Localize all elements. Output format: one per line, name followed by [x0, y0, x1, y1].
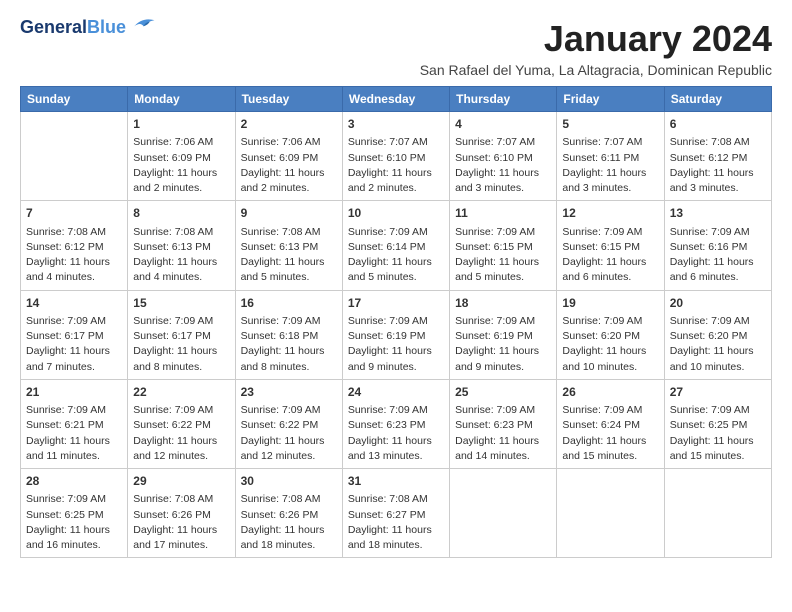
calendar-cell: 15Sunrise: 7:09 AMSunset: 6:17 PMDayligh…: [128, 290, 235, 379]
day-number: 8: [133, 205, 229, 222]
day-number: 20: [670, 295, 766, 312]
calendar-cell: 18Sunrise: 7:09 AMSunset: 6:19 PMDayligh…: [450, 290, 557, 379]
day-number: 28: [26, 473, 122, 490]
day-number: 9: [241, 205, 337, 222]
logo-text: GeneralBlue: [20, 18, 126, 38]
logo-bird-icon: [128, 15, 156, 33]
calendar-cell: 2Sunrise: 7:06 AMSunset: 6:09 PMDaylight…: [235, 112, 342, 201]
calendar-week-3: 14Sunrise: 7:09 AMSunset: 6:17 PMDayligh…: [21, 290, 772, 379]
day-number: 26: [562, 384, 658, 401]
logo: GeneralBlue: [20, 18, 156, 38]
calendar-cell: 24Sunrise: 7:09 AMSunset: 6:23 PMDayligh…: [342, 379, 449, 468]
weekday-header-tuesday: Tuesday: [235, 87, 342, 112]
calendar-cell: 16Sunrise: 7:09 AMSunset: 6:18 PMDayligh…: [235, 290, 342, 379]
calendar-cell: 11Sunrise: 7:09 AMSunset: 6:15 PMDayligh…: [450, 201, 557, 290]
calendar-cell: [664, 469, 771, 558]
day-number: 10: [348, 205, 444, 222]
weekday-header-wednesday: Wednesday: [342, 87, 449, 112]
calendar-cell: 3Sunrise: 7:07 AMSunset: 6:10 PMDaylight…: [342, 112, 449, 201]
title-block: January 2024 San Rafael del Yuma, La Alt…: [420, 18, 772, 78]
calendar-cell: 31Sunrise: 7:08 AMSunset: 6:27 PMDayligh…: [342, 469, 449, 558]
weekday-header-monday: Monday: [128, 87, 235, 112]
calendar-cell: 10Sunrise: 7:09 AMSunset: 6:14 PMDayligh…: [342, 201, 449, 290]
calendar-cell: 28Sunrise: 7:09 AMSunset: 6:25 PMDayligh…: [21, 469, 128, 558]
calendar-header: SundayMondayTuesdayWednesdayThursdayFrid…: [21, 87, 772, 112]
calendar-week-1: 1Sunrise: 7:06 AMSunset: 6:09 PMDaylight…: [21, 112, 772, 201]
day-number: 13: [670, 205, 766, 222]
day-number: 18: [455, 295, 551, 312]
day-number: 4: [455, 116, 551, 133]
day-number: 11: [455, 205, 551, 222]
calendar-week-2: 7Sunrise: 7:08 AMSunset: 6:12 PMDaylight…: [21, 201, 772, 290]
day-number: 31: [348, 473, 444, 490]
calendar-cell: 21Sunrise: 7:09 AMSunset: 6:21 PMDayligh…: [21, 379, 128, 468]
calendar-cell: 22Sunrise: 7:09 AMSunset: 6:22 PMDayligh…: [128, 379, 235, 468]
calendar-cell: 9Sunrise: 7:08 AMSunset: 6:13 PMDaylight…: [235, 201, 342, 290]
day-number: 3: [348, 116, 444, 133]
weekday-header-saturday: Saturday: [664, 87, 771, 112]
calendar-cell: 7Sunrise: 7:08 AMSunset: 6:12 PMDaylight…: [21, 201, 128, 290]
calendar-cell: 5Sunrise: 7:07 AMSunset: 6:11 PMDaylight…: [557, 112, 664, 201]
day-number: 12: [562, 205, 658, 222]
day-number: 17: [348, 295, 444, 312]
calendar-subtitle: San Rafael del Yuma, La Altagracia, Domi…: [420, 62, 772, 78]
day-number: 19: [562, 295, 658, 312]
day-number: 29: [133, 473, 229, 490]
calendar-cell: [557, 469, 664, 558]
page-header: GeneralBlue January 2024 San Rafael del …: [20, 18, 772, 78]
day-number: 25: [455, 384, 551, 401]
calendar-title: January 2024: [420, 18, 772, 60]
day-number: 21: [26, 384, 122, 401]
day-number: 22: [133, 384, 229, 401]
calendar-cell: 4Sunrise: 7:07 AMSunset: 6:10 PMDaylight…: [450, 112, 557, 201]
day-number: 14: [26, 295, 122, 312]
day-number: 5: [562, 116, 658, 133]
calendar-cell: 30Sunrise: 7:08 AMSunset: 6:26 PMDayligh…: [235, 469, 342, 558]
calendar-week-5: 28Sunrise: 7:09 AMSunset: 6:25 PMDayligh…: [21, 469, 772, 558]
calendar-cell: 23Sunrise: 7:09 AMSunset: 6:22 PMDayligh…: [235, 379, 342, 468]
calendar-cell: [21, 112, 128, 201]
day-number: 7: [26, 205, 122, 222]
day-number: 2: [241, 116, 337, 133]
weekday-header-sunday: Sunday: [21, 87, 128, 112]
calendar-cell: 20Sunrise: 7:09 AMSunset: 6:20 PMDayligh…: [664, 290, 771, 379]
calendar-cell: 8Sunrise: 7:08 AMSunset: 6:13 PMDaylight…: [128, 201, 235, 290]
calendar-cell: 12Sunrise: 7:09 AMSunset: 6:15 PMDayligh…: [557, 201, 664, 290]
calendar-cell: 19Sunrise: 7:09 AMSunset: 6:20 PMDayligh…: [557, 290, 664, 379]
calendar-cell: 27Sunrise: 7:09 AMSunset: 6:25 PMDayligh…: [664, 379, 771, 468]
day-number: 6: [670, 116, 766, 133]
weekday-header-row: SundayMondayTuesdayWednesdayThursdayFrid…: [21, 87, 772, 112]
calendar-cell: 26Sunrise: 7:09 AMSunset: 6:24 PMDayligh…: [557, 379, 664, 468]
calendar-cell: 25Sunrise: 7:09 AMSunset: 6:23 PMDayligh…: [450, 379, 557, 468]
calendar-table: SundayMondayTuesdayWednesdayThursdayFrid…: [20, 86, 772, 558]
day-number: 16: [241, 295, 337, 312]
calendar-week-4: 21Sunrise: 7:09 AMSunset: 6:21 PMDayligh…: [21, 379, 772, 468]
day-number: 1: [133, 116, 229, 133]
calendar-cell: 29Sunrise: 7:08 AMSunset: 6:26 PMDayligh…: [128, 469, 235, 558]
day-number: 30: [241, 473, 337, 490]
day-number: 27: [670, 384, 766, 401]
calendar-cell: 17Sunrise: 7:09 AMSunset: 6:19 PMDayligh…: [342, 290, 449, 379]
calendar-cell: 14Sunrise: 7:09 AMSunset: 6:17 PMDayligh…: [21, 290, 128, 379]
weekday-header-thursday: Thursday: [450, 87, 557, 112]
calendar-body: 1Sunrise: 7:06 AMSunset: 6:09 PMDaylight…: [21, 112, 772, 558]
calendar-cell: 13Sunrise: 7:09 AMSunset: 6:16 PMDayligh…: [664, 201, 771, 290]
calendar-cell: 6Sunrise: 7:08 AMSunset: 6:12 PMDaylight…: [664, 112, 771, 201]
day-number: 24: [348, 384, 444, 401]
weekday-header-friday: Friday: [557, 87, 664, 112]
calendar-cell: 1Sunrise: 7:06 AMSunset: 6:09 PMDaylight…: [128, 112, 235, 201]
day-number: 23: [241, 384, 337, 401]
day-number: 15: [133, 295, 229, 312]
calendar-cell: [450, 469, 557, 558]
